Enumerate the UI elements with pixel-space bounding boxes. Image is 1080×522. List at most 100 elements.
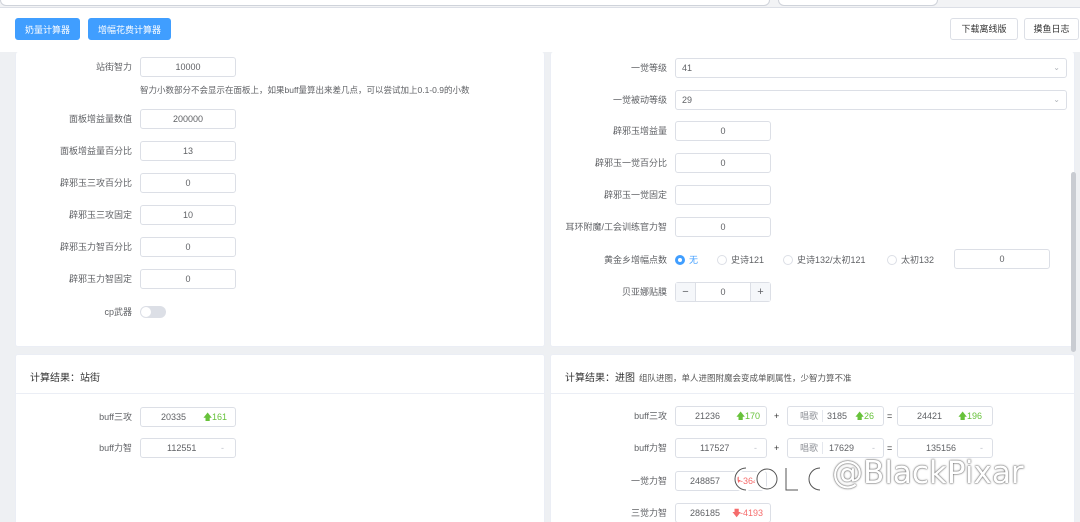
right-buff-sangong-label: buff三攻: [634, 411, 667, 421]
huangjin-radio-taichu132[interactable]: 太初132: [887, 253, 934, 267]
delta: -: [754, 443, 757, 453]
arrow-up-icon: 🡅: [736, 411, 746, 421]
cp-weapon-label: cp武器: [104, 307, 132, 317]
browser-bar: [0, 0, 1080, 8]
huangjin-option-0: 无: [689, 255, 699, 265]
value: 21236: [695, 411, 721, 421]
right-form-panel: 一觉等级 41 ⌄ 一觉被动等级 29 ⌄ 辟邪玉增益量 0 辟邪玉一觉百分比 …: [550, 52, 1075, 347]
bxy-sangong-gd-input[interactable]: 10: [140, 205, 236, 225]
huangjin-option-2: 史诗132/太初121: [797, 255, 866, 265]
bxy-sangong-bfb-input[interactable]: 0: [140, 173, 236, 193]
top-toolbar: 奶量计算器 增幅花费计算器 下载离线版 摸鱼日志: [0, 8, 1080, 52]
huangjin-radio-none[interactable]: 无: [675, 253, 698, 267]
yijue-level-value: 41: [682, 63, 693, 73]
right-lizhi-base-output: 117527 -: [675, 438, 767, 458]
cp-weapon-toggle[interactable]: [140, 306, 166, 318]
bxy-yijue-gd-input[interactable]: [675, 185, 771, 205]
right-sangong-total-output: 24421 🡅 196: [897, 406, 993, 426]
delta: 161: [212, 412, 228, 422]
bxy-yijue-bfb-input[interactable]: 0: [675, 153, 771, 173]
bxy-lizhi-gd-label: 辟邪玉力智固定: [68, 274, 132, 284]
divider: [551, 393, 1074, 394]
separator: [822, 442, 823, 454]
right-buff-lizhi-label: buff力智: [634, 443, 667, 453]
result-left-title: 计算结果：站街: [30, 373, 100, 384]
delta: 170: [745, 411, 761, 421]
huangjin-radio-epic121[interactable]: 史诗121: [717, 253, 764, 267]
scrollbar-thumb[interactable]: [1071, 172, 1076, 352]
beiya-value[interactable]: 0: [696, 283, 750, 301]
equals-sign: =: [887, 411, 893, 421]
watermark-text: @BlackPixar: [832, 455, 1024, 491]
huangjin-radio-epic132[interactable]: 史诗132/太初121: [783, 253, 866, 267]
divider: [16, 393, 544, 394]
mianban-bfb-label: 面板增益量百分比: [59, 146, 132, 156]
huangjin-input[interactable]: 0: [954, 249, 1050, 269]
sanjue-lizhi-output: 286185 🡇 -4193: [675, 503, 771, 522]
beiya-stepper[interactable]: − 0 +: [675, 282, 771, 302]
value: 117527: [700, 443, 730, 453]
value: 286185: [690, 508, 721, 518]
yijue-beidong-value: 29: [682, 95, 693, 105]
separator: [822, 410, 823, 422]
bxy-zengyi-label: 辟邪玉增益量: [612, 126, 667, 136]
minus-button[interactable]: −: [676, 283, 696, 301]
delta: 26: [864, 411, 875, 421]
song-label: 唱歌: [800, 411, 819, 421]
moyu-log-button[interactable]: 摸鱼日志: [1024, 18, 1079, 40]
address-bar[interactable]: [0, 0, 770, 6]
watermark-logo-icon: [732, 465, 823, 493]
result-right-title-row: 计算结果：进图 组队进图，单人进图附魔会变成单刷属性，少智力算不准: [565, 369, 852, 384]
mianban-shuzhi-input[interactable]: 200000: [140, 109, 236, 129]
plus-sign: +: [774, 443, 780, 453]
result-left-panel: 计算结果：站街 buff三攻 20335 🡅 161 buff力智 112551…: [15, 354, 545, 522]
yijue-level-select[interactable]: 41 ⌄: [675, 58, 1067, 78]
yijue-beidong-label: 一觉被动等级: [612, 95, 667, 105]
bxy-zengyi-input[interactable]: 0: [675, 121, 771, 141]
yijue-level-label: 一觉等级: [630, 63, 667, 73]
result-right-title: 计算结果：进图: [565, 373, 635, 384]
download-offline-button[interactable]: 下载离线版: [950, 18, 1018, 40]
zhanjie-zhili-label: 站街智力: [95, 62, 132, 72]
zhanjie-zhili-input[interactable]: 10000: [140, 57, 236, 77]
value: 112551: [167, 443, 197, 453]
value: 248857: [690, 476, 721, 486]
sanjue-lizhi-label: 三觉力智: [630, 508, 667, 518]
value: 3185: [827, 411, 848, 421]
radio-dot: [887, 254, 897, 265]
erhuan-input[interactable]: 0: [675, 217, 771, 237]
mianban-bfb-input[interactable]: 13: [140, 141, 236, 161]
bxy-yijue-gd-label: 辟邪玉一觉固定: [603, 190, 667, 200]
left-buff-lizhi-label: buff力智: [99, 443, 132, 453]
result-right-note: 组队进图，单人进图附魔会变成单刷属性，少智力算不准: [639, 373, 852, 383]
left-form-panel: 站街智力 10000 智力小数部分不会显示在面板上，如果buff量算出来差几点，…: [15, 52, 545, 347]
value: 20335: [161, 412, 187, 422]
bxy-lizhi-bfb-label: 辟邪玉力智百分比: [59, 242, 132, 252]
plus-button[interactable]: +: [750, 283, 770, 301]
mianban-shuzhi-label: 面板增益量数值: [68, 114, 132, 124]
huangjin-option-3: 太初132: [901, 255, 935, 265]
toggle-knob: [141, 307, 151, 317]
left-buff-sangong-output: 20335 🡅 161: [140, 407, 236, 427]
bxy-lizhi-gd-input[interactable]: 0: [140, 269, 236, 289]
bxy-sangong-gd-label: 辟邪玉三攻固定: [68, 210, 132, 220]
delta: 196: [967, 411, 983, 421]
bxy-lizhi-bfb-input[interactable]: 0: [140, 237, 236, 257]
naizhao-calc-button[interactable]: 奶量计算器: [15, 18, 80, 40]
erhuan-label: 耳环附魔/工会训练官力智: [565, 222, 667, 232]
yijue-beidong-select[interactable]: 29 ⌄: [675, 90, 1067, 110]
zhili-hint: 智力小数部分不会显示在面板上，如果buff量算出来差几点，可以尝试加上0.1-0…: [140, 85, 470, 95]
delta: -: [221, 443, 224, 453]
song-label: 唱歌: [800, 443, 819, 453]
zengfu-calc-button[interactable]: 增幅花费计算器: [88, 18, 171, 40]
huangjin-option-1: 史诗121: [731, 255, 765, 265]
bxy-yijue-bfb-label: 辟邪玉一觉百分比: [594, 158, 667, 168]
search-box[interactable]: [778, 0, 938, 6]
right-sangong-song-output: 唱歌 3185 🡅 26: [787, 406, 884, 426]
chevron-down-icon: ⌄: [1053, 95, 1060, 104]
right-sangong-base-output: 21236 🡅 170: [675, 406, 767, 426]
radio-dot: [783, 254, 793, 265]
value: 24421: [917, 411, 943, 421]
left-buff-sangong-label: buff三攻: [99, 412, 132, 422]
delta: -4193: [740, 508, 764, 518]
